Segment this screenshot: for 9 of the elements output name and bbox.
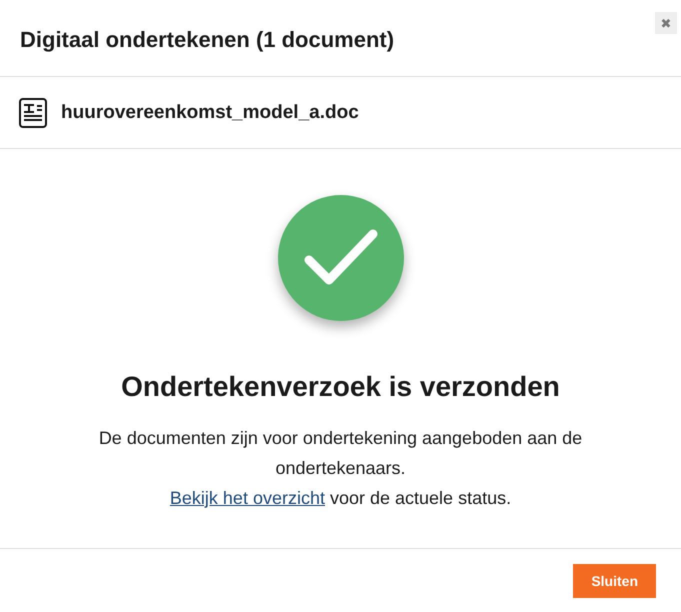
- dialog-title: Digitaal ondertekenen (1 document): [20, 27, 394, 53]
- document-icon: [19, 98, 47, 128]
- result-heading: Ondertekenverzoek is verzonden: [121, 371, 560, 403]
- result-message: De documenten zijn voor ondertekening aangeboden aan de ondertekenaars.: [98, 427, 584, 480]
- close-button[interactable]: ✖: [655, 12, 677, 34]
- status-sentence: Bekijk het overzicht voor de actuele status.: [170, 487, 512, 510]
- document-name: huurovereenkomst_model_a.doc: [61, 102, 359, 124]
- close-dialog-button[interactable]: Sluiten: [573, 564, 656, 598]
- overview-link[interactable]: Bekijk het overzicht: [170, 488, 325, 508]
